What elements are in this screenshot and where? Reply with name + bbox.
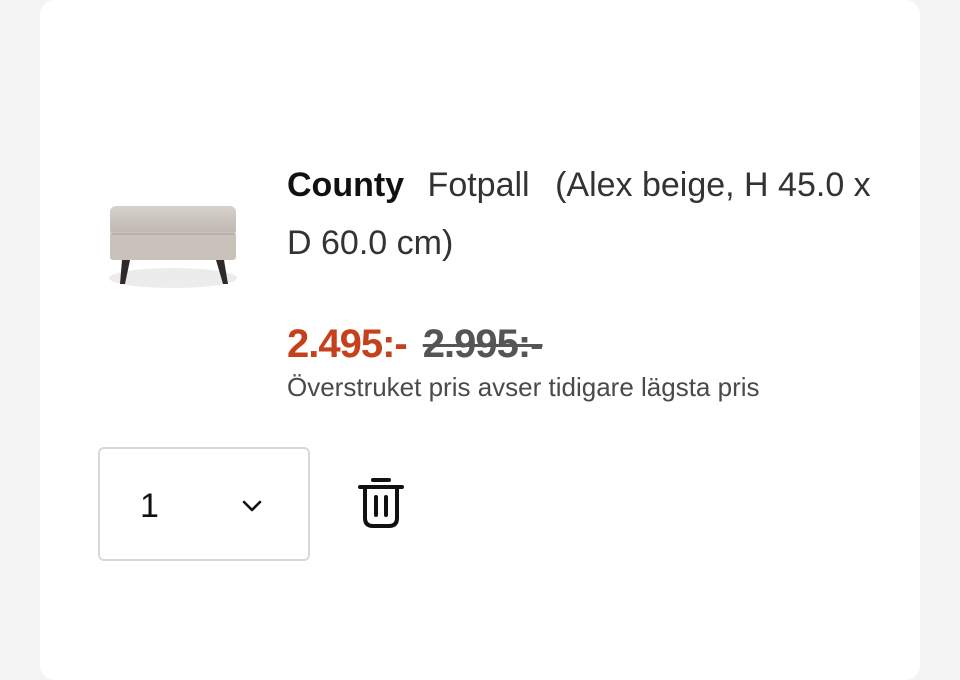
product-title[interactable]: County Fotpall (Alex beige, H 45.0 x D 6… xyxy=(287,156,877,272)
price-block: 2.495:- 2.995:- xyxy=(287,320,543,368)
current-price: 2.495:- xyxy=(287,321,408,366)
product-image[interactable] xyxy=(100,192,246,302)
ottoman-footstool-thumbnail xyxy=(109,206,237,288)
remove-item-button[interactable] xyxy=(354,474,408,530)
price-note: Överstruket pris avser tidigare lägsta p… xyxy=(287,372,760,402)
quantity-select[interactable]: 1 xyxy=(98,447,310,561)
chevron-down-icon xyxy=(242,500,262,512)
trash-icon xyxy=(358,478,404,528)
product-brand: County xyxy=(287,166,405,204)
previous-price: 2.995:- xyxy=(422,321,544,366)
product-type: Fotpall xyxy=(427,166,530,204)
quantity-value: 1 xyxy=(140,487,159,525)
